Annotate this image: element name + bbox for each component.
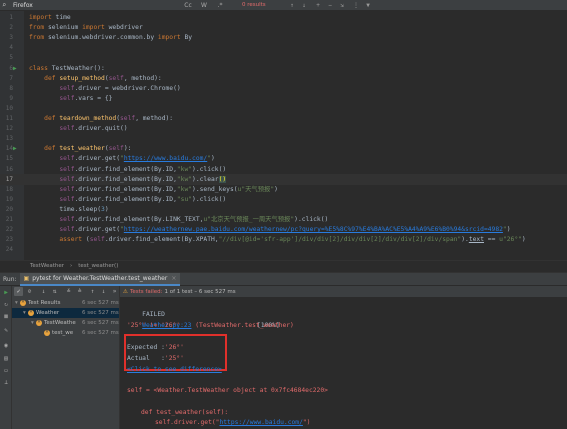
- test-tree-node[interactable]: ✕ test_we 6 sec 527 ms: [12, 328, 119, 338]
- python-icon: ▣: [23, 274, 30, 282]
- add-occurrence-icon[interactable]: +: [314, 1, 322, 10]
- select-all-occurrences-icon[interactable]: ⇲: [338, 1, 346, 10]
- show-passed-icon[interactable]: ✓: [14, 287, 23, 296]
- expected-value: '26°': [164, 344, 184, 351]
- breadcrumb-class[interactable]: TestWeather: [30, 263, 64, 269]
- test-tree-node[interactable]: ▾ ✕ Weather 6 sec 527 ms: [12, 308, 119, 318]
- camera-icon[interactable]: ◉: [2, 342, 10, 350]
- filter-icon[interactable]: ▼: [364, 1, 372, 10]
- test-node-duration: 6 sec 527 ms: [82, 300, 119, 306]
- test-results-toolbar: ✓ ⊘ ↓ ⇅ ≚ ≙ ↑ ↓ »: [12, 286, 119, 297]
- rerun-icon[interactable]: ▶: [2, 289, 10, 297]
- search-icon[interactable]: ⌕: [2, 1, 10, 9]
- actual-label: Actual :: [127, 355, 165, 362]
- console-output[interactable]: ⚠ Tests failed: 1 of 1 test – 6 sec 527 …: [119, 286, 567, 429]
- collapse-all-icon[interactable]: ≙: [75, 287, 84, 296]
- find-results-count: 0 results: [242, 2, 266, 8]
- filter-occurrence-icon[interactable]: −: [326, 1, 334, 10]
- regex-toggle[interactable]: .*: [214, 1, 226, 10]
- find-query: Firefox: [13, 1, 33, 9]
- location-line: Weather.py:23 (TestWeather.test_weather): [127, 309, 294, 329]
- run-label: Run:: [3, 275, 17, 283]
- find-bar: ⌕ Firefox Cc W .* 0 results ↑ ↓ + − ⇲ ⋮ …: [0, 0, 567, 11]
- tests-failed-label: Tests failed:: [129, 288, 163, 295]
- match-case-toggle[interactable]: Cc: [182, 1, 194, 10]
- previous-failed-icon[interactable]: ↑: [88, 287, 97, 296]
- def-keyword: def: [141, 409, 153, 416]
- get-prefix: self.driver.get(": [155, 419, 220, 426]
- actual-line: Actual :'25°': [127, 353, 184, 364]
- sort-alphabetically-icon[interactable]: ↓: [39, 287, 48, 296]
- test-failed-icon: ✕: [36, 319, 42, 326]
- baidu-url-link[interactable]: https://www.baidu.com/: [219, 419, 302, 426]
- next-occurrence-icon[interactable]: ↓: [300, 1, 308, 10]
- self-repr-line: self = <Weather.TestWeather object at 0x…: [127, 387, 328, 394]
- breadcrumb-separator: ›: [70, 263, 73, 269]
- line-number: 24: [5, 246, 13, 254]
- test-tree-node[interactable]: ▾ ✕ Test Results 6 sec 527 ms: [12, 298, 119, 308]
- failed-line: FAILED [100%]: [127, 298, 280, 329]
- previous-occurrence-icon[interactable]: ↑: [288, 1, 296, 10]
- run-side-toolbar: ▶ ↻ ■ ✎ ◉ ▤ ▭ ⊥: [0, 286, 12, 429]
- see-difference-line: <Click to see difference>: [127, 364, 222, 375]
- next-failed-icon[interactable]: ↓: [99, 287, 108, 296]
- find-input[interactable]: Firefox: [13, 1, 141, 10]
- test-node-duration: 6 sec 527 ms: [82, 320, 119, 326]
- close-icon[interactable]: ×: [171, 275, 176, 282]
- location-detail: (TestWeather.test_weather): [191, 322, 294, 329]
- test-failed-icon: ✕: [20, 299, 26, 306]
- run-tab[interactable]: ▣ pytest for Weather.TestWeather.test_we…: [19, 272, 181, 286]
- test-failed-icon: ✕: [44, 329, 50, 336]
- sort-by-duration-icon[interactable]: ⇅: [50, 287, 59, 296]
- warning-icon: ⚠: [123, 288, 128, 295]
- test-node-name: Test Results: [28, 300, 61, 306]
- whole-words-toggle[interactable]: W: [198, 1, 210, 10]
- pin-icon[interactable]: ⊥: [2, 379, 10, 387]
- test-status-bar: ⚠ Tests failed: 1 of 1 test – 6 sec 527 …: [120, 286, 567, 297]
- run-tool-window-header: Run: ▣ pytest for Weather.TestWeather.te…: [0, 272, 567, 286]
- test-failed-icon: ✕: [28, 309, 34, 316]
- expected-line: Expected :'26°': [127, 342, 184, 353]
- actual-value: '25°': [164, 355, 184, 362]
- expand-all-icon[interactable]: ≚: [64, 287, 73, 296]
- code-line[interactable]: 24: [0, 244, 567, 255]
- find-options-icon[interactable]: ⋮: [352, 1, 360, 10]
- driver-get-line: self.driver.get("https://www.baidu.com/"…: [155, 417, 310, 428]
- test-results-tree[interactable]: ▾ ✕ Test Results 6 sec 527 ms ▾ ✕ Weather 6 sec…: [12, 297, 119, 429]
- stop-icon[interactable]: ■: [2, 313, 10, 321]
- wrench-icon[interactable]: ✎: [2, 327, 10, 335]
- breadcrumb: TestWeather › test_weather(): [0, 260, 567, 271]
- code-editor[interactable]: 1 import time 2 from selenium import webdri…: [0, 11, 567, 260]
- see-difference-link[interactable]: <Click to see difference>: [127, 366, 222, 373]
- breadcrumb-method[interactable]: test_weather(): [78, 263, 118, 269]
- assertion-message: '25°' != '26°': [127, 322, 181, 329]
- get-suffix: "): [302, 419, 311, 426]
- tests-count: 1 of 1 test – 6 sec 527 ms: [164, 288, 236, 295]
- test-node-name: test_we: [52, 330, 74, 336]
- def-signature: test_weather(self):: [152, 409, 229, 416]
- test-node-duration: 6 sec 527 ms: [82, 310, 119, 316]
- test-tree-node[interactable]: ▾ ✕ TestWeathe 6 sec 527 ms: [12, 318, 119, 328]
- print-icon[interactable]: ▭: [2, 367, 10, 375]
- run-tab-label: pytest for Weather.TestWeather.test_weat…: [32, 274, 168, 282]
- test-node-duration: 6 sec 527 ms: [82, 330, 119, 336]
- show-ignored-icon[interactable]: ⊘: [25, 287, 34, 296]
- test-node-name: Weather: [36, 310, 60, 316]
- layout-icon[interactable]: ▤: [2, 355, 10, 363]
- test-node-name: TestWeathe: [44, 320, 76, 326]
- more-icon[interactable]: »: [110, 287, 119, 296]
- rerun-failed-icon[interactable]: ↻: [2, 301, 10, 309]
- expected-label: Expected :: [127, 344, 165, 351]
